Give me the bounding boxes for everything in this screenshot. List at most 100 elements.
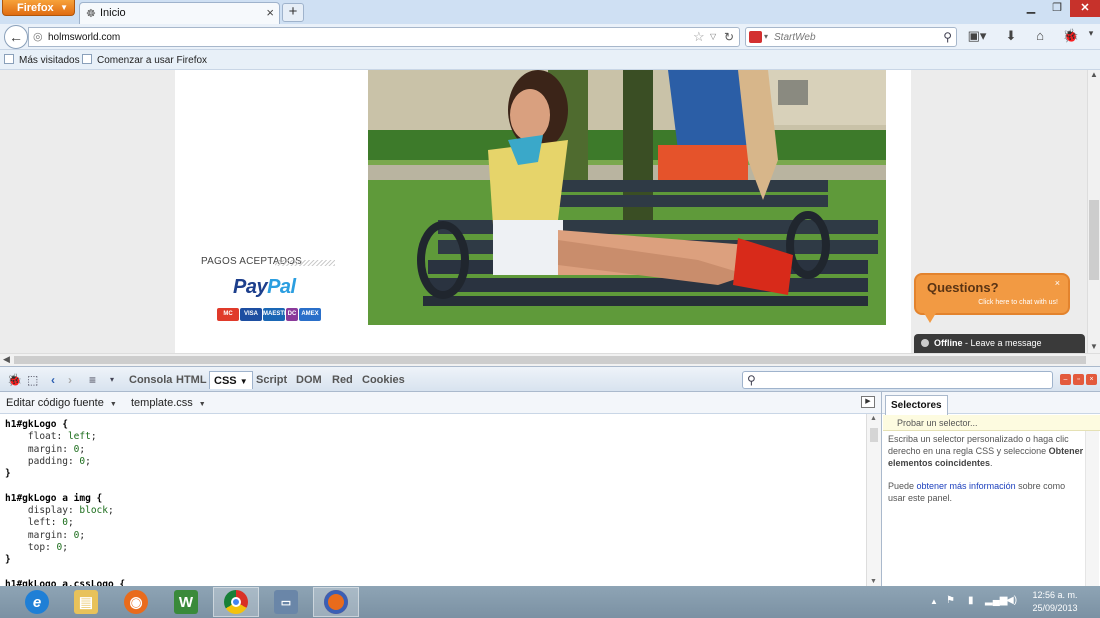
selector-test-input[interactable]: Probar un selector...	[883, 415, 1100, 431]
css-selector[interactable]: h1#gkLogo {	[5, 419, 68, 430]
inspect-icon[interactable]: ⬚	[27, 373, 38, 387]
new-tab-button[interactable]: +	[282, 3, 304, 22]
close-window-button[interactable]: ✕	[1070, 0, 1100, 17]
tab-consola[interactable]: Consola	[125, 371, 176, 389]
minimize-button[interactable]: ▁	[1018, 0, 1044, 17]
css-selector[interactable]: }	[5, 468, 11, 479]
css-line[interactable]: h1#gkLogo a img {	[5, 493, 866, 505]
bookmark-most-visited[interactable]: Más visitados	[4, 54, 80, 66]
css-line[interactable]: display: block;	[5, 505, 866, 517]
tab-dom[interactable]: DOM	[292, 371, 326, 389]
search-engine-icon[interactable]	[749, 31, 762, 43]
css-line[interactable]	[5, 567, 866, 579]
scroll-up-icon[interactable]: ▲	[1090, 70, 1098, 79]
close-icon[interactable]: ×	[1055, 278, 1060, 288]
css-value[interactable]: 0	[79, 456, 85, 467]
home-icon[interactable]: ⌂	[1032, 28, 1048, 46]
css-line[interactable]: margin: 0;	[5, 444, 866, 456]
css-line[interactable]: }	[5, 468, 866, 480]
css-property[interactable]: margin	[28, 444, 62, 455]
tab-css[interactable]: CSS ▼	[209, 371, 253, 389]
overflow-menu-icon[interactable]: ▾	[1085, 28, 1097, 46]
css-editor[interactable]: h1#gkLogo { float: left; margin: 0; padd…	[0, 414, 866, 586]
back-arrow-icon[interactable]: ‹	[51, 373, 55, 387]
css-property[interactable]: display	[28, 505, 68, 516]
css-value[interactable]: left	[68, 431, 91, 442]
tab-red[interactable]: Red	[328, 371, 357, 389]
chevron-down-icon[interactable]: ▾	[764, 32, 768, 41]
css-value[interactable]: 0	[57, 542, 63, 553]
css-value[interactable]: 0	[62, 517, 68, 528]
side-panel-scrollbar[interactable]	[1085, 431, 1099, 586]
page-horizontal-scrollbar[interactable]: ◀	[0, 353, 1100, 366]
tab-script[interactable]: Script	[252, 371, 291, 389]
url-bar[interactable]: ◎ holmsworld.com ☆ ▽ ↻	[28, 27, 740, 47]
css-property[interactable]: left	[28, 517, 51, 528]
bookmark-getting-started[interactable]: Comenzar a usar Firefox	[82, 54, 207, 66]
css-line[interactable]: h1#gkLogo {	[5, 419, 866, 431]
battery-icon[interactable]: ▮	[968, 595, 974, 606]
close-firebug-icon[interactable]: ×	[1086, 374, 1097, 385]
network-taskbar-icon[interactable]: ▭	[263, 587, 309, 617]
firefox-alt-taskbar-icon[interactable]: ◉	[113, 587, 159, 617]
firefox-taskbar-icon[interactable]	[313, 587, 359, 617]
internet-explorer-taskbar-icon[interactable]: e	[14, 587, 60, 617]
flag-alert-icon[interactable]: ⚑	[946, 595, 955, 606]
toolbar-menu-icon[interactable]: ▣▾	[965, 28, 989, 46]
css-line[interactable]: }	[5, 554, 866, 566]
css-line[interactable]: margin: 0;	[5, 530, 866, 542]
css-line[interactable]	[5, 480, 866, 492]
css-property[interactable]: margin	[28, 530, 62, 541]
taskbar-clock[interactable]: 12:56 a. m. 25/09/2013	[1025, 589, 1085, 615]
css-value[interactable]: 0	[74, 530, 80, 541]
css-line[interactable]: top: 0;	[5, 542, 866, 554]
back-button[interactable]: ←	[4, 25, 28, 49]
css-line[interactable]: float: left;	[5, 431, 866, 443]
edit-source-dropdown[interactable]: Editar código fuente ▼	[6, 397, 117, 409]
css-property[interactable]: padding	[28, 456, 68, 467]
bookmark-star-icon[interactable]: ☆	[693, 29, 705, 45]
firebug-bug-icon[interactable]: 🐞	[7, 373, 22, 387]
close-tab-icon[interactable]: ×	[266, 5, 274, 20]
tab-inicio[interactable]: ☸ Inicio ×	[79, 2, 280, 24]
scroll-down-icon[interactable]: ▼	[1090, 342, 1098, 351]
css-value[interactable]: 0	[74, 444, 80, 455]
firebug-icon[interactable]: 🐞	[1060, 28, 1082, 46]
tab-html[interactable]: HTML	[172, 371, 211, 389]
css-line[interactable]: padding: 0;	[5, 456, 866, 468]
reload-icon[interactable]: ↻	[724, 30, 734, 44]
firefox-menu-button[interactable]: Firefox ▼	[2, 0, 75, 16]
restore-button[interactable]: ❐	[1044, 0, 1070, 17]
search-bar[interactable]: ▾ StartWeb ⚲	[745, 27, 957, 47]
scrollbar-thumb[interactable]	[1089, 200, 1099, 280]
css-selector[interactable]: }	[5, 554, 11, 565]
css-selector[interactable]: h1#gkLogo a.cssLogo {	[5, 579, 125, 586]
stylesheet-dropdown[interactable]: template.css ▼	[131, 397, 206, 409]
search-icon[interactable]: ⚲	[943, 30, 952, 44]
chrome-taskbar-icon[interactable]	[213, 587, 259, 617]
css-line[interactable]: left: 0;	[5, 517, 866, 529]
css-selector[interactable]: h1#gkLogo a img {	[5, 493, 102, 504]
forward-arrow-icon[interactable]: ›	[68, 373, 72, 387]
toggle-side-panel-icon[interactable]: ▶	[861, 396, 875, 408]
firebug-search-input[interactable]: ⚲	[742, 371, 1053, 389]
scroll-down-icon[interactable]: ▼	[870, 578, 877, 585]
signal-icon[interactable]: ▂▄▆	[985, 595, 1007, 606]
css-property[interactable]: float	[28, 431, 57, 442]
chat-questions-bubble[interactable]: Questions? × Click here to chat with us!	[914, 273, 1070, 315]
list-icon[interactable]: ≡	[89, 373, 96, 387]
more-info-link[interactable]: obtener más información	[917, 481, 1016, 491]
file-explorer-taskbar-icon[interactable]: ▤	[63, 587, 109, 617]
scrollbar-thumb[interactable]	[870, 428, 878, 442]
tab-cookies[interactable]: Cookies	[358, 371, 409, 389]
editor-scrollbar[interactable]: ▲ ▼	[866, 414, 881, 586]
panel-menu-icon[interactable]: ▾	[110, 375, 114, 384]
scroll-left-icon[interactable]: ◀	[3, 354, 10, 365]
css-value[interactable]: block	[79, 505, 108, 516]
word-taskbar-icon[interactable]: W	[163, 587, 209, 617]
tab-selectores[interactable]: Selectores	[885, 395, 948, 415]
tray-expand-icon[interactable]: ▲	[930, 597, 938, 606]
css-property[interactable]: top	[28, 542, 45, 553]
detach-firebug-icon[interactable]: ▫	[1073, 374, 1084, 385]
page-vertical-scrollbar[interactable]: ▲ ▼	[1087, 70, 1100, 353]
